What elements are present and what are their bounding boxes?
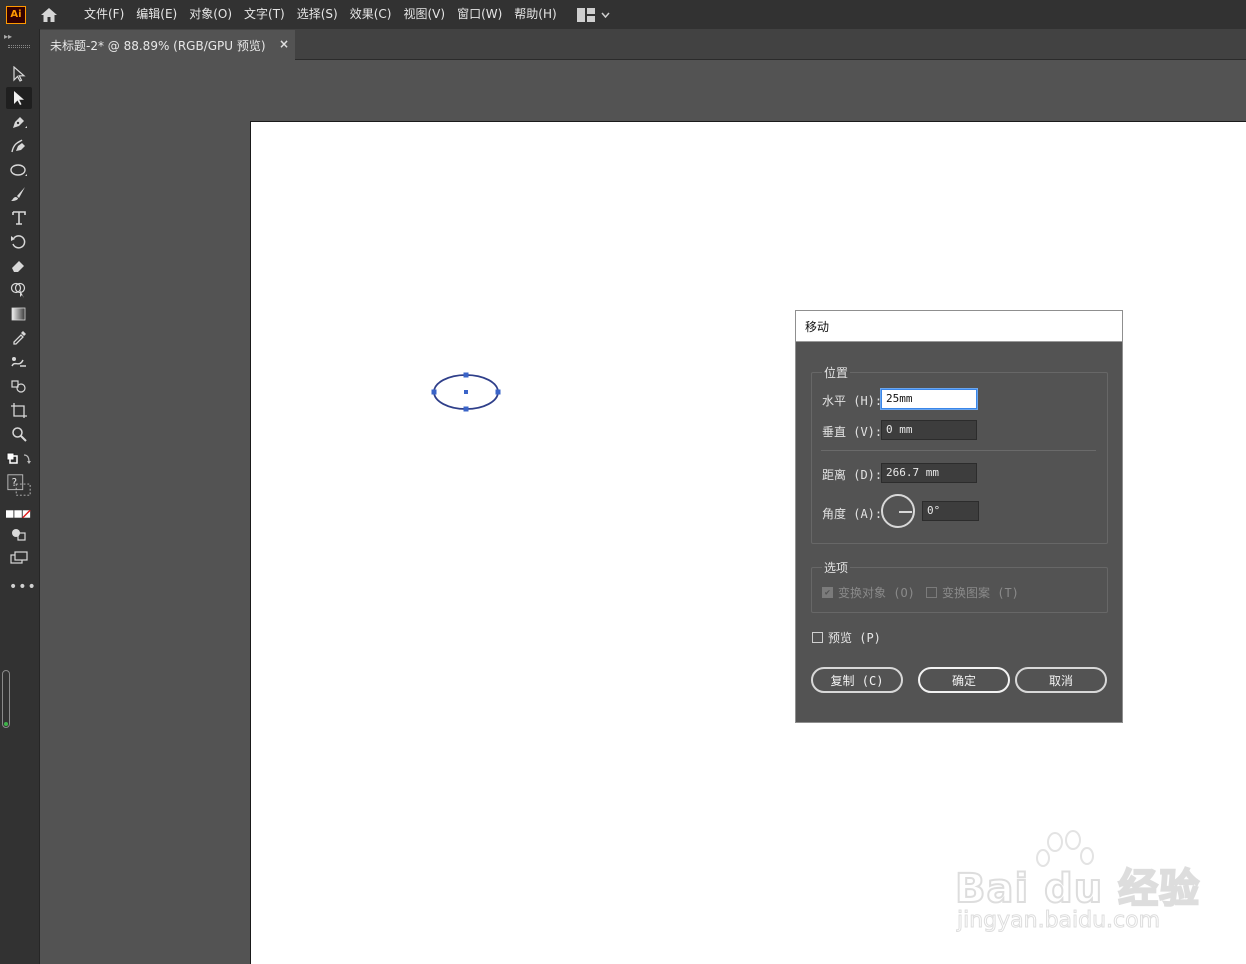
position-group-label: 位置 [822, 364, 851, 381]
memory-indicator-fill [4, 722, 8, 726]
transform-patterns-label: 变换图案 (T) [942, 586, 1019, 600]
type-tool-icon[interactable] [6, 207, 32, 229]
tools-panel: ▸▸ ? ••• [0, 29, 40, 964]
document-tab-bar: 未标题-2* @ 88.89% (RGB/GPU 预览) × [40, 29, 1246, 60]
angle-input[interactable]: 0° [922, 501, 979, 521]
default-fill-stroke-icon[interactable] [6, 449, 32, 471]
transform-objects-label: 变换对象 (O) [838, 586, 915, 600]
menu-file[interactable]: 文件(F) [78, 0, 130, 29]
dialog-titlebar[interactable]: 移动 [796, 311, 1122, 342]
panel-collapse-icon[interactable]: ▸▸ [4, 33, 12, 41]
symbol-sprayer-tool-icon[interactable] [6, 375, 32, 397]
home-icon[interactable] [38, 5, 60, 25]
move-dialog: 移动 位置 水平 (H): 25mm 垂直 (V): 0 mm 距离 (D): … [795, 310, 1123, 723]
gradient-tool-icon[interactable] [6, 303, 32, 325]
horizontal-label: 水平 (H): [822, 394, 883, 408]
pen-tool-icon[interactable] [6, 111, 32, 133]
menu-items: 文件(F) 编辑(E) 对象(O) 文字(T) 选择(S) 效果(C) 视图(V… [78, 0, 563, 29]
angle-label: 角度 (A): [822, 507, 883, 521]
edit-toolbar-icon[interactable]: ••• [9, 579, 37, 595]
shape-builder-tool-icon[interactable] [6, 279, 32, 301]
menu-select[interactable]: 选择(S) [291, 0, 344, 29]
screen-mode-icon[interactable] [6, 547, 32, 569]
transform-objects-checkbox[interactable]: ✔ 变换对象 (O) [822, 584, 915, 601]
ok-button[interactable]: 确定 [918, 667, 1010, 693]
position-divider [821, 450, 1096, 451]
angle-dial-hand [899, 511, 912, 513]
illustrator-window: Ai 文件(F) 编辑(E) 对象(O) 文字(T) 选择(S) 效果(C) 视… [0, 0, 1246, 964]
eyedropper-tool-icon[interactable] [6, 327, 32, 349]
checkmark-icon: ✔ [822, 587, 833, 598]
paintbrush-tool-icon[interactable] [6, 183, 32, 205]
preview-label: 预览 (P) [828, 631, 881, 645]
draw-mode-icon[interactable] [6, 523, 32, 545]
fill-stroke-swatch-icon[interactable]: ? [6, 471, 32, 499]
document-tab-title: 未标题-2* @ 88.89% (RGB/GPU 预览) [50, 38, 266, 53]
ellipse-tool-icon[interactable] [6, 159, 32, 181]
memory-indicator [2, 670, 10, 728]
chevron-down-icon [601, 12, 610, 18]
menu-object[interactable]: 对象(O) [183, 0, 238, 29]
puppet-warp-tool-icon[interactable] [6, 351, 32, 373]
cancel-button[interactable]: 取消 [1015, 667, 1107, 693]
distance-input[interactable]: 266.7 mm [881, 463, 977, 483]
baidu-watermark: Bai du 经验 jingyan.baidu.com [954, 830, 1200, 938]
checkbox-empty-icon [812, 632, 823, 643]
menu-help[interactable]: 帮助(H) [508, 0, 562, 29]
checkbox-empty-icon [926, 587, 937, 598]
app-logo: Ai [6, 5, 26, 24]
watermark-brand: Bai du 经验 [954, 865, 1201, 913]
selection-tool-icon[interactable] [6, 63, 32, 85]
color-mode-icon[interactable] [6, 503, 32, 525]
curvature-tool-icon[interactable] [6, 135, 32, 157]
dialog-title: 移动 [805, 319, 830, 334]
workspace-switcher[interactable] [576, 0, 610, 29]
workspace-layout-icon [576, 7, 595, 22]
document-tab[interactable]: 未标题-2* @ 88.89% (RGB/GPU 预览) × [40, 30, 295, 60]
direct-selection-tool-icon[interactable] [6, 87, 32, 109]
menu-window[interactable]: 窗口(W) [451, 0, 508, 29]
menu-edit[interactable]: 编辑(E) [130, 0, 183, 29]
preview-checkbox[interactable]: 预览 (P) [812, 629, 881, 646]
watermark-url: jingyan.baidu.com [956, 908, 1161, 934]
copy-button[interactable]: 复制 (C) [811, 667, 903, 693]
transform-patterns-checkbox[interactable]: 变换图案 (T) [926, 584, 1019, 601]
angle-dial-icon[interactable] [881, 494, 915, 528]
svg-text:?: ? [12, 478, 17, 489]
horizontal-input[interactable]: 25mm [881, 389, 977, 409]
eraser-tool-icon[interactable] [6, 255, 32, 277]
artboard-tool-icon[interactable] [6, 399, 32, 421]
menu-type[interactable]: 文字(T) [238, 0, 291, 29]
distance-label: 距离 (D): [822, 468, 883, 482]
menu-bar: Ai 文件(F) 编辑(E) 对象(O) 文字(T) 选择(S) 效果(C) 视… [0, 0, 1246, 29]
menu-view[interactable]: 视图(V) [397, 0, 451, 29]
selection-anchor-points[interactable] [431, 372, 501, 412]
panel-grip[interactable] [8, 45, 30, 48]
zoom-tool-icon[interactable] [6, 423, 32, 445]
close-icon[interactable]: × [279, 37, 289, 51]
vertical-label: 垂直 (V): [822, 425, 883, 439]
menu-effect[interactable]: 效果(C) [344, 0, 398, 29]
vertical-input[interactable]: 0 mm [881, 420, 977, 440]
rotate-tool-icon[interactable] [6, 231, 32, 253]
options-group-label: 选项 [822, 559, 851, 576]
